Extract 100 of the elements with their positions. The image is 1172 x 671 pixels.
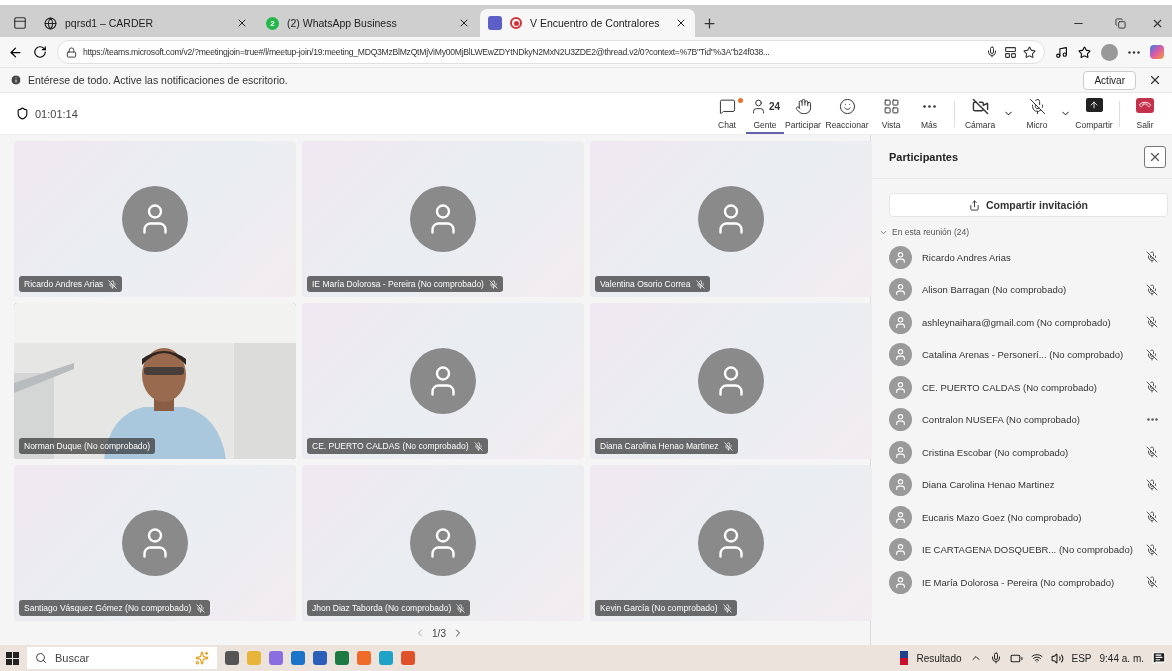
camera-button[interactable]: Cámara xyxy=(961,93,999,134)
notifications-icon[interactable] xyxy=(1152,651,1166,665)
favorites-icon[interactable] xyxy=(1078,45,1091,59)
mic-icon[interactable] xyxy=(989,652,1002,664)
browser-tab[interactable]: pqrsd1 – CARDER xyxy=(36,9,256,37)
participant-row[interactable]: IE CARTAGENA DOSQUEBR... (No comprobado) xyxy=(871,533,1172,566)
news-text[interactable]: Resultado xyxy=(916,652,962,664)
react-button[interactable]: Reaccionar xyxy=(822,93,872,134)
refresh-icon[interactable] xyxy=(33,45,47,59)
more-icon[interactable] xyxy=(1128,50,1140,54)
camera-off-icon xyxy=(971,97,989,115)
leave-button[interactable]: Salir xyxy=(1126,93,1164,134)
mic-off-icon xyxy=(1146,576,1158,589)
hand-icon xyxy=(794,97,812,115)
mic-off-icon xyxy=(1146,251,1158,264)
view-button[interactable]: Vista xyxy=(872,93,910,134)
video-tile[interactable]: Jhon Diaz Taborda (No comprobado) xyxy=(302,465,584,621)
app-icon[interactable] xyxy=(225,651,239,665)
name-tag: Santiago Vásquez Gómez (No comprobado) xyxy=(19,600,211,616)
participant-row[interactable]: Eucaris Mazo Goez (No comprobado) xyxy=(871,501,1172,534)
section-toggle[interactable]: En esta reunión (24) xyxy=(871,223,1172,241)
back-icon[interactable] xyxy=(8,44,23,60)
mic-icon[interactable] xyxy=(986,46,998,58)
lock-icon xyxy=(66,46,77,58)
chat-icon xyxy=(718,97,736,115)
tab-title: pqrsd1 – CARDER xyxy=(65,17,155,29)
address-bar[interactable]: https://teams.microsoft.com/v2/?meetingjoin=true#/l/meetup-join/19:meeting_MDQ3MzBlMzQtMjViMy00MjBlLWEwZDYtNDkyN2MxN2U3ZDE2@thread.v2/0?context=%7B"Tid"%3A"b24f038... xyxy=(57,40,1045,64)
close-button[interactable] xyxy=(1144,145,1166,168)
close-icon[interactable] xyxy=(675,17,687,29)
video-tile[interactable]: CE. PUERTO CALDAS (No comprobado) xyxy=(302,303,584,459)
participant-row[interactable]: Catalina Arenas - Personerí... (No comprobado) xyxy=(871,338,1172,371)
wifi-icon[interactable] xyxy=(1030,652,1043,664)
participant-row[interactable]: Alison Barragan (No comprobado) xyxy=(871,273,1172,306)
video-tile[interactable]: Valentina Osorio Correa xyxy=(590,141,872,297)
avatar xyxy=(889,278,912,302)
tab-title: (2) WhatsApp Business xyxy=(287,17,398,29)
share-invite-button[interactable]: Compartir invitación xyxy=(889,193,1168,217)
name-tag: Diana Carolina Henao Martinez xyxy=(595,438,738,454)
music-icon[interactable] xyxy=(1055,45,1068,59)
participant-row[interactable]: Contralon NUSEFA (No comprobado) xyxy=(871,403,1172,436)
avatar xyxy=(889,570,912,594)
copilot-icon[interactable] xyxy=(1150,45,1164,59)
participant-row[interactable]: CE. PUERTO CALDAS (No comprobado) xyxy=(871,371,1172,404)
more-icon[interactable] xyxy=(1147,418,1158,422)
video-tile[interactable]: IE María Dolorosa - Pereira (No comprobado) xyxy=(302,141,584,297)
hand-button[interactable]: Participar xyxy=(784,93,822,134)
volume-icon[interactable] xyxy=(1050,651,1064,665)
search-field[interactable]: Buscar xyxy=(27,647,217,669)
video-tile[interactable]: Norman Duque (No comprobado) xyxy=(14,303,296,459)
url-text: https://teams.microsoft.com/v2/?meetingjoin=true#/l/meetup-join/19:meeting_MDQ3MzBlMzQtMjViMy00MjBlLWEwZDYtNDkyN2MxN2U3ZDE2@thread.v2/0?context=%7B"Tid"%3A"b24f038... xyxy=(83,47,771,57)
video-tile[interactable]: Santiago Vásquez Gómez (No comprobado) xyxy=(14,465,296,621)
activate-button[interactable]: Activar xyxy=(1083,70,1136,90)
avatar xyxy=(889,343,912,367)
avatar xyxy=(889,245,912,269)
mic-off-icon xyxy=(1028,97,1046,115)
share-button[interactable]: Compartir xyxy=(1075,93,1113,134)
name-tag: IE María Dolorosa - Pereira (No comprobado) xyxy=(307,276,503,292)
name-tag: Ricardo Andres Arias xyxy=(19,276,123,292)
participant-row[interactable]: Diana Carolina Henao Martinez xyxy=(871,468,1172,501)
mic-off-icon xyxy=(1146,543,1158,556)
more-button[interactable]: Más xyxy=(910,93,948,134)
chat-button[interactable]: Chat xyxy=(708,93,746,134)
start-icon[interactable] xyxy=(6,651,19,665)
search-icon xyxy=(35,652,47,664)
participant-name: Eucaris Mazo Goez (No comprobado) xyxy=(922,511,1083,523)
globe-icon xyxy=(44,16,57,30)
participant-name: Alison Barragan (No comprobado) xyxy=(922,284,1068,296)
share-icon xyxy=(968,199,980,211)
browser-tab[interactable]: V Encuentro de Contralores xyxy=(480,9,695,37)
participant-row[interactable]: Ricardo Andres Arias xyxy=(871,241,1172,274)
close-icon[interactable] xyxy=(458,17,470,29)
avatar xyxy=(889,505,912,529)
participant-row[interactable]: ashleynaihara@gmail.com (No comprobado) xyxy=(871,306,1172,339)
app-available-icon[interactable] xyxy=(1004,45,1017,59)
close-icon[interactable] xyxy=(236,17,248,29)
smile-icon xyxy=(838,97,856,115)
participant-row[interactable]: Cristina Escobar (No comprobado) xyxy=(871,436,1172,469)
avatar xyxy=(889,310,912,334)
video-tile[interactable]: Diana Carolina Henao Martinez xyxy=(590,303,872,459)
hang-up-icon xyxy=(1136,97,1154,113)
language-indicator[interactable]: ESP xyxy=(1071,652,1092,664)
browser-tab[interactable]: 2 (2) WhatsApp Business xyxy=(258,9,478,37)
video-tile[interactable]: Kevin García (No comprobado) xyxy=(590,465,872,621)
video-tile[interactable]: Ricardo Andres Arias xyxy=(14,141,296,297)
profile-avatar[interactable] xyxy=(1101,43,1118,61)
people-button[interactable]: 24 Gente xyxy=(746,93,784,134)
participant-row[interactable]: IE María Dolorosa - Pereira (No comprobado) xyxy=(871,566,1172,599)
close-icon[interactable] xyxy=(1148,73,1162,87)
name-tag: Norman Duque (No comprobado) xyxy=(19,438,156,454)
avatar xyxy=(889,473,912,497)
participant-name: Diana Carolina Henao Martinez xyxy=(922,479,1056,491)
avatar xyxy=(889,538,912,562)
participant-name: Cristina Escobar (No comprobado) xyxy=(922,446,1070,458)
clock[interactable]: 9:44 a. m. xyxy=(1099,652,1144,664)
meeting-timer: 01:01:14 xyxy=(35,107,78,120)
favorite-icon[interactable] xyxy=(1023,45,1036,59)
avatar xyxy=(889,408,912,432)
page-indicator: 1/3 xyxy=(432,627,446,639)
mic-button[interactable]: Micro xyxy=(1018,93,1056,134)
participant-name: Ricardo Andres Arias xyxy=(922,251,1012,263)
